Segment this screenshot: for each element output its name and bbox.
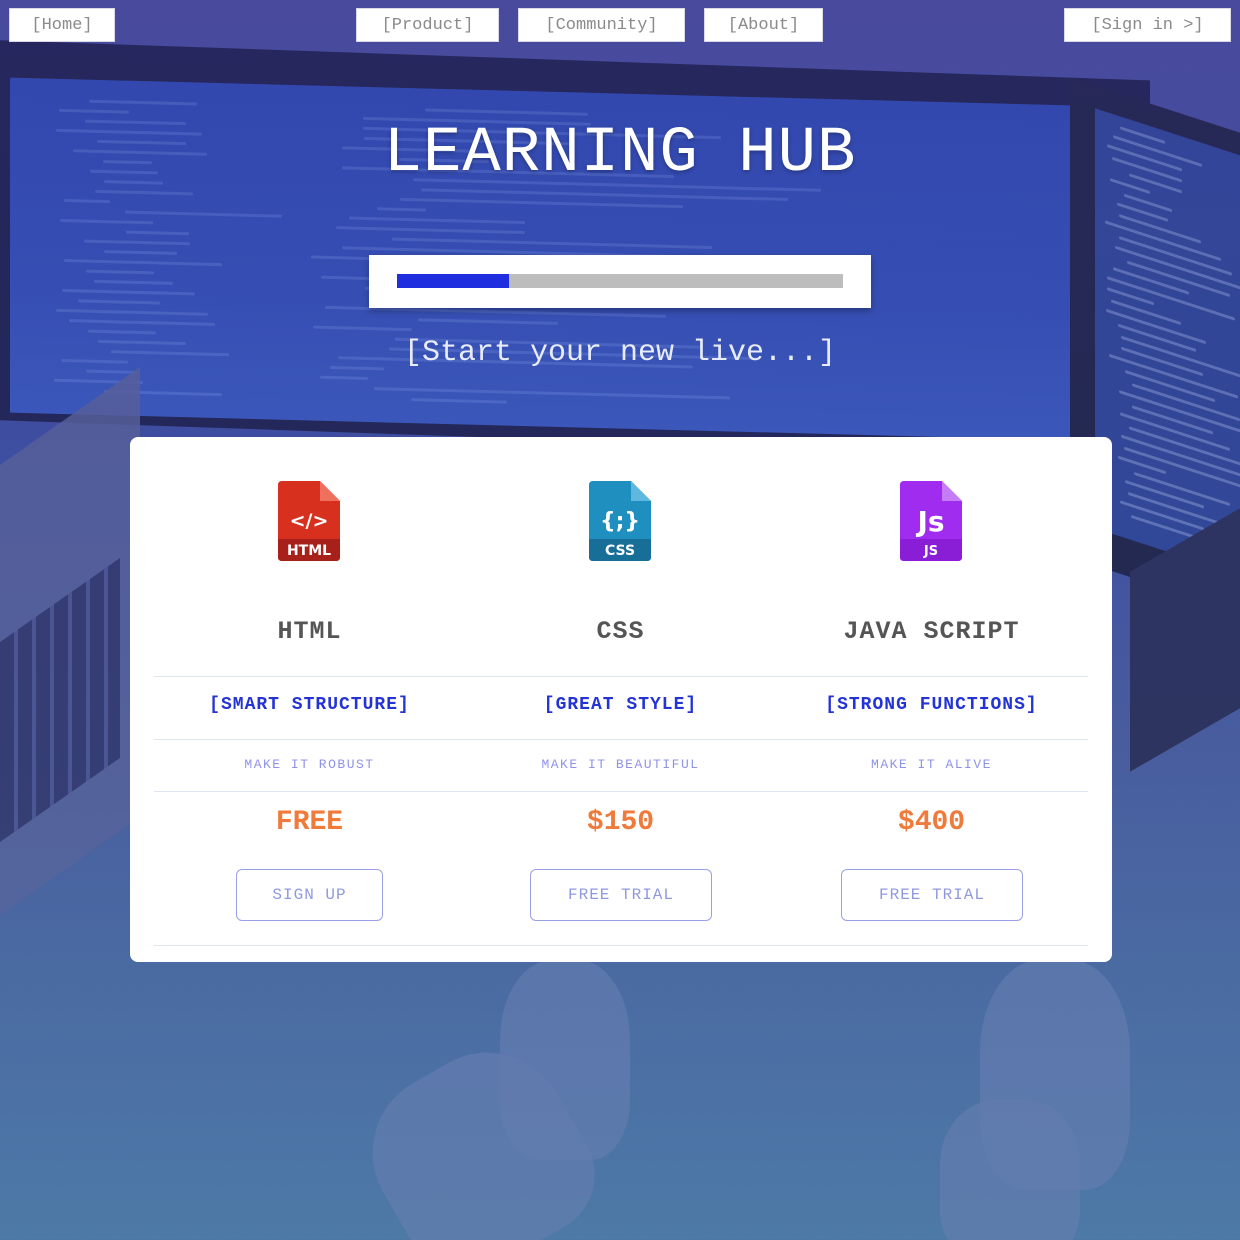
svg-text:{;}: {;} <box>600 509 640 534</box>
plan-price: $150 <box>586 807 655 838</box>
svg-text:JS: JS <box>923 544 938 559</box>
plan-price: $400 <box>897 807 966 838</box>
plan-javascript: Js JS JAVA SCRIPT [STRONG FUNCTIONS] MAK… <box>776 437 1087 962</box>
tagline: [Start your new live...] <box>403 336 837 370</box>
pricing-card: </> HTML HTML [SMART STRUCTURE] MAKE IT … <box>130 437 1112 962</box>
plan-price: FREE <box>275 807 344 838</box>
sign-up-button[interactable]: SIGN UP <box>236 869 383 921</box>
plan-feature: [STRONG FUNCTIONS] <box>825 695 1038 715</box>
plan-html: </> HTML HTML [SMART STRUCTURE] MAKE IT … <box>154 437 465 962</box>
free-trial-button[interactable]: FREE TRIAL <box>530 869 712 921</box>
plan-name: JAVA SCRIPT <box>843 617 1020 646</box>
progress-fill <box>397 274 509 288</box>
nav-home-button[interactable]: [Home] <box>9 8 115 42</box>
html-file-icon: </> HTML <box>278 481 340 561</box>
plan-subtext: MAKE IT BEAUTIFUL <box>541 757 700 772</box>
svg-text:HTML: HTML <box>287 543 331 559</box>
plan-subtext: MAKE IT ROBUST <box>244 757 375 772</box>
nav-community-button[interactable]: [Community] <box>518 8 685 42</box>
progress-track <box>397 274 843 288</box>
plan-name: CSS <box>596 617 645 646</box>
svg-text:CSS: CSS <box>605 543 635 559</box>
page-title: LEARNING HUB <box>383 118 857 190</box>
svg-text:</>: </> <box>290 510 329 532</box>
svg-text:Js: Js <box>915 505 944 538</box>
plan-feature: [GREAT STYLE] <box>543 695 698 715</box>
progress-box <box>369 255 871 308</box>
css-file-icon: {;} CSS <box>589 481 651 561</box>
free-trial-button[interactable]: FREE TRIAL <box>841 869 1023 921</box>
plan-css: {;} CSS CSS [GREAT STYLE] MAKE IT BEAUTI… <box>465 437 776 962</box>
nav-about-button[interactable]: [About] <box>704 8 823 42</box>
nav-product-button[interactable]: [Product] <box>356 8 499 42</box>
nav-signin-button[interactable]: [Sign in >] <box>1064 8 1231 42</box>
plan-feature: [SMART STRUCTURE] <box>209 695 410 715</box>
js-file-icon: Js JS <box>900 481 962 561</box>
plan-subtext: MAKE IT ALIVE <box>871 757 992 772</box>
plan-name: HTML <box>277 617 342 646</box>
